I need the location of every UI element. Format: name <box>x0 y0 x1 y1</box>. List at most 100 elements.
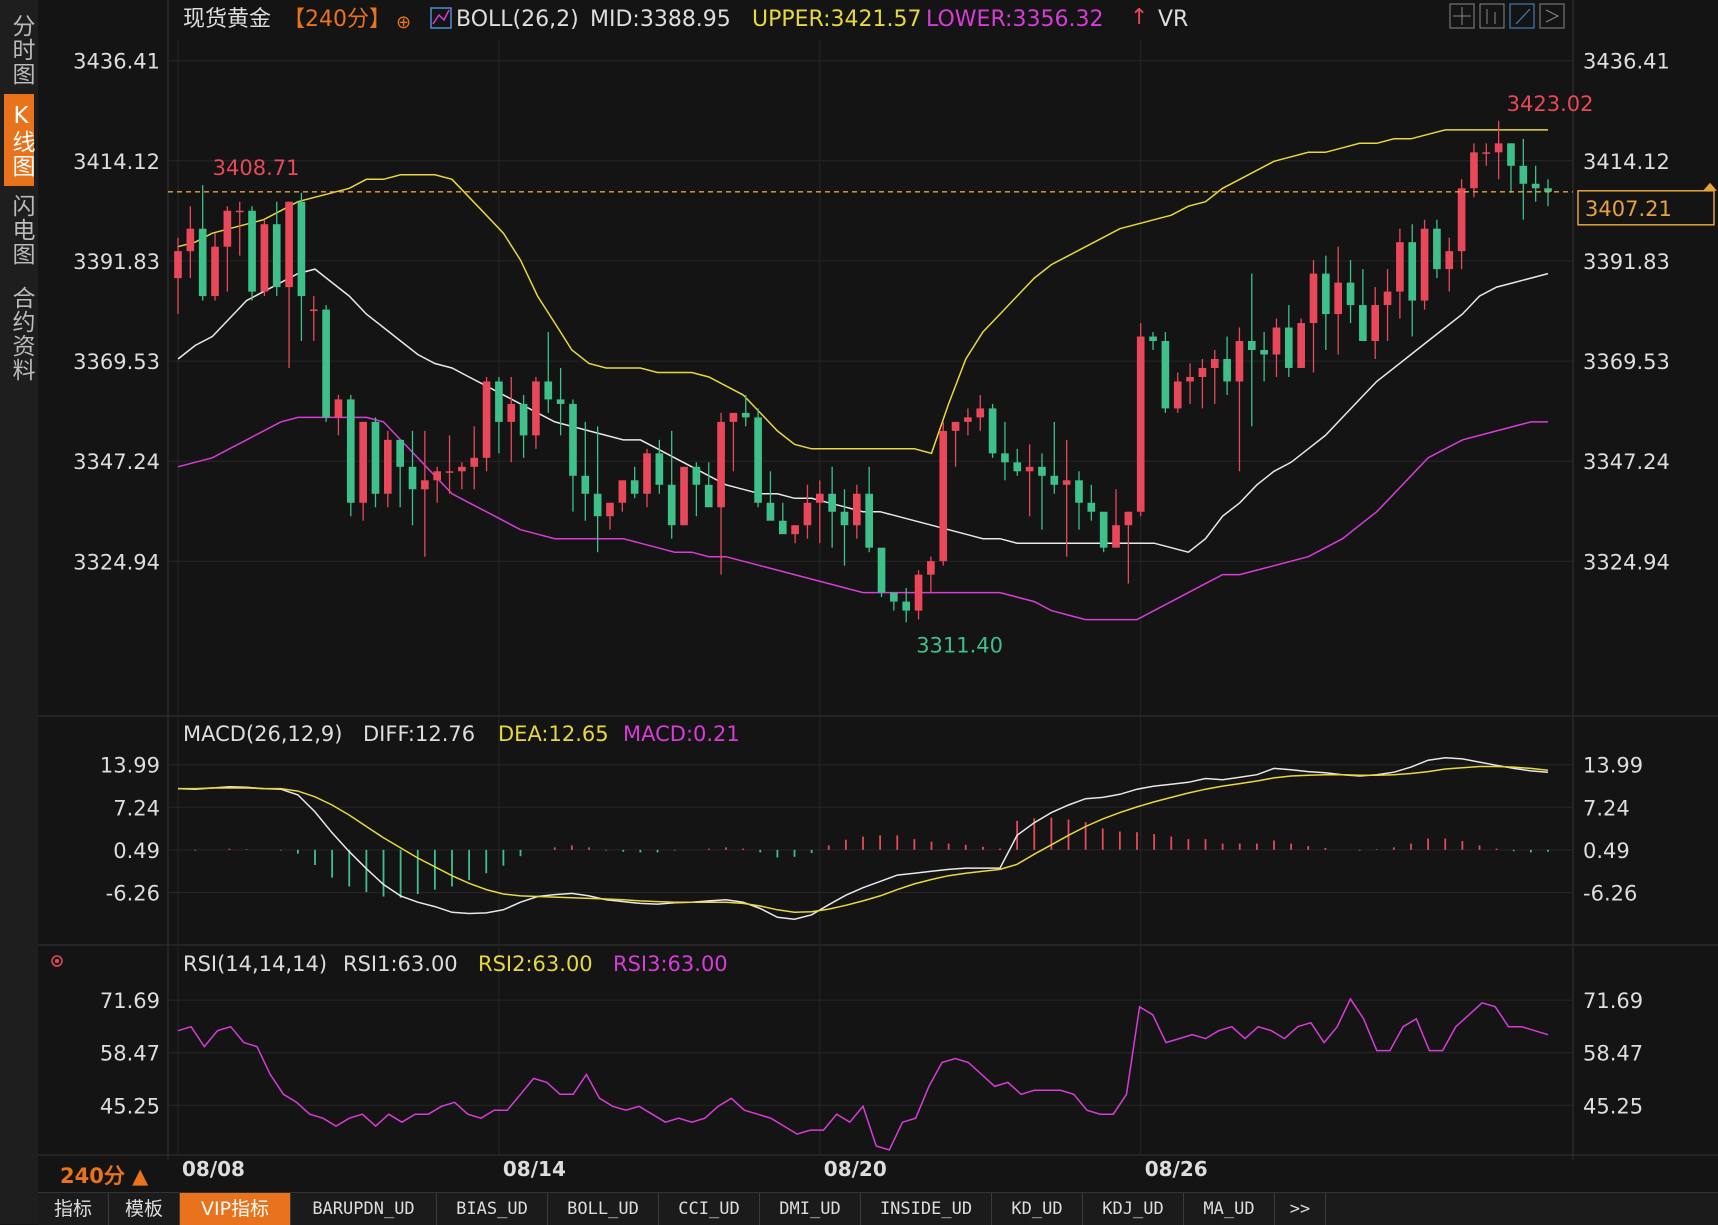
candle-body <box>1396 242 1404 292</box>
macd-y-tick-right: 0.49 <box>1583 839 1630 863</box>
tab-cci[interactable]: CCI_UD <box>659 1193 760 1225</box>
candle-body <box>408 466 417 490</box>
candle-body <box>865 493 873 548</box>
main-y-tick-left: 3436.41 <box>73 50 160 74</box>
candle-body <box>1124 511 1133 526</box>
instrument-name: 现货黄金 <box>183 7 271 32</box>
tab-boll[interactable]: BOLL_UD <box>548 1193 659 1225</box>
main-y-tick-left: 3347.24 <box>73 450 160 474</box>
chart-area[interactable]: 现货黄金 【240分】 ⊕ BOLL(26,2) MID:3388.95 UPP… <box>38 0 1718 1192</box>
tab-kline[interactable]: K线图 <box>4 94 34 186</box>
boll-mid-value: MID:3388.95 <box>590 7 731 32</box>
candle-body <box>680 466 688 526</box>
candle-body <box>1433 228 1441 270</box>
main-y-tick-right: 3414.12 <box>1583 150 1670 174</box>
candle-body <box>1186 376 1194 382</box>
candle-body <box>1173 381 1182 409</box>
candle-body <box>815 493 824 503</box>
candle-body <box>692 466 701 485</box>
candle-body <box>1050 475 1059 485</box>
tab-bias[interactable]: BIAS_UD <box>437 1193 548 1225</box>
last-price-label: 3407.21 <box>1585 197 1672 221</box>
candle-body <box>1494 143 1503 153</box>
candle-body <box>532 381 540 436</box>
macd-y-tick-left: -6.26 <box>106 881 160 905</box>
annotation-high-right: 3423.02 <box>1507 92 1594 116</box>
tab-contract-info[interactable]: 合约资料 <box>4 274 34 394</box>
candle-body <box>198 228 207 297</box>
tab-dmi[interactable]: DMI_UD <box>760 1193 861 1225</box>
x-axis-label: 08/14 <box>503 1157 566 1181</box>
macd-dea-value: DEA:12.65 <box>498 722 609 746</box>
candle-body <box>1223 358 1231 382</box>
candle-body <box>951 421 960 431</box>
candle-body <box>1371 305 1380 342</box>
x-axis-label: 08/26 <box>1145 1157 1208 1181</box>
tab-indicators[interactable]: 指标 <box>38 1193 109 1225</box>
macd-y-tick-right: 13.99 <box>1583 754 1643 778</box>
candle-body <box>309 309 318 312</box>
candle-body <box>593 493 602 517</box>
main-y-tick-right: 3391.83 <box>1583 250 1670 274</box>
candle-body <box>1247 341 1256 350</box>
candle-body <box>260 224 269 292</box>
main-y-tick-left: 3414.12 <box>73 150 160 174</box>
candle-body <box>569 403 577 476</box>
tab-kd[interactable]: KD_UD <box>992 1193 1083 1225</box>
candle-body <box>359 421 367 503</box>
candle-body <box>927 561 935 575</box>
candle-body <box>285 201 293 288</box>
tab-ma[interactable]: MA_UD <box>1184 1193 1275 1225</box>
tab-time-share[interactable]: 分时图 <box>4 4 34 96</box>
period-selector[interactable]: 240分 ▲ <box>60 1160 148 1190</box>
boll-upper-value: UPPER:3421.57 <box>752 7 922 32</box>
candle-body <box>248 210 256 292</box>
tab-barupdn[interactable]: BARUPDN_UD <box>291 1193 437 1225</box>
macd-title: MACD(26,12,9) <box>183 722 343 746</box>
candle-body <box>704 484 713 508</box>
candle-body <box>272 224 281 288</box>
annotation-low: 3311.40 <box>916 633 1003 657</box>
candle-body <box>1210 358 1219 368</box>
macd-y-tick-right: -6.26 <box>1583 881 1637 905</box>
candle-body <box>877 547 886 593</box>
candle-body <box>334 399 343 418</box>
candle-body <box>1383 291 1392 306</box>
x-axis-label: 08/08 <box>182 1157 245 1181</box>
candle-body <box>556 399 565 404</box>
candle-body <box>1161 341 1170 409</box>
rsi-y-tick-left: 58.47 <box>100 1042 160 1066</box>
candle-body <box>223 210 232 247</box>
candle-body <box>1013 462 1022 472</box>
candle-body <box>655 453 664 485</box>
tab-more[interactable]: >> <box>1275 1193 1326 1225</box>
candle-body <box>803 502 812 526</box>
add-circle-icon[interactable]: ⊕ <box>396 12 411 33</box>
tab-inside[interactable]: INSIDE_UD <box>861 1193 992 1225</box>
candle-body <box>470 457 479 467</box>
indicator-tab-bar: 指标 模板 VIP指标 BARUPDN_UD BIAS_UD BOLL_UD C… <box>38 1192 1718 1225</box>
vr-label[interactable]: VR <box>1158 7 1188 32</box>
macd-macd-value: MACD:0.21 <box>623 722 740 746</box>
candle-body <box>741 412 750 418</box>
candle-body <box>519 403 528 436</box>
candle-body <box>1322 273 1330 315</box>
candle-body <box>1507 143 1515 166</box>
main-y-tick-right: 3324.94 <box>1583 550 1670 574</box>
tab-kdj[interactable]: KDJ_UD <box>1083 1193 1184 1225</box>
candle-body <box>853 493 861 526</box>
candle-body <box>717 421 725 508</box>
tab-vip-indicators[interactable]: VIP指标 <box>180 1193 291 1225</box>
candle-body <box>939 430 948 562</box>
tab-templates[interactable]: 模板 <box>109 1193 180 1225</box>
main-y-tick-right: 3436.41 <box>1583 50 1670 74</box>
candle-body <box>433 471 442 481</box>
candle-body <box>1198 367 1207 377</box>
candle-body <box>1359 305 1367 342</box>
candle-body <box>482 381 491 458</box>
candle-body <box>988 408 997 454</box>
macd-y-tick-left: 0.49 <box>113 839 160 863</box>
candle-body <box>1001 453 1009 463</box>
tab-flash-chart[interactable]: 闪电图 <box>4 184 34 276</box>
candle-body <box>495 381 503 422</box>
